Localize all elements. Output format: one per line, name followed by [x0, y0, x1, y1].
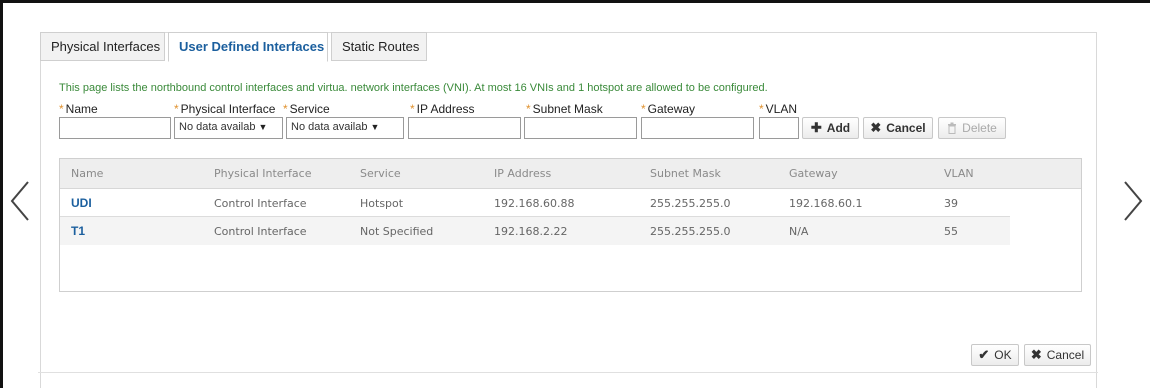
chevron-down-icon: ▼ — [370, 122, 380, 132]
service-value: No data availab — [291, 121, 368, 133]
required-mark: * — [641, 102, 646, 116]
row-name[interactable]: UDI — [71, 196, 92, 210]
ip-address-label: * IP Address — [410, 102, 475, 116]
checkmark-icon: ✔ — [978, 347, 990, 362]
x-icon: ✖ — [1030, 347, 1042, 362]
cancel-button-label: Cancel — [886, 121, 926, 135]
plus-icon: ✚ — [810, 120, 822, 135]
name-label-text: Name — [65, 102, 98, 116]
interfaces-table: Name Physical Interface Service IP Addre… — [59, 158, 1082, 292]
service-select[interactable]: No data availab ▼ — [286, 117, 404, 139]
row-vlan: 55 — [944, 225, 958, 238]
delete-button-label: Delete — [962, 121, 997, 135]
required-mark: * — [174, 102, 179, 116]
physical-interface-select[interactable]: No data availab ▼ — [174, 117, 283, 139]
footer-cancel-button[interactable]: ✖ Cancel — [1024, 344, 1091, 366]
row-service: Not Specified — [360, 225, 434, 238]
cancel-button[interactable]: ✖ Cancel — [863, 117, 933, 139]
row-physical-interface: Control Interface — [214, 225, 307, 238]
row-subnet-mask: 255.255.255.0 — [650, 225, 731, 238]
column-header-ip-address[interactable]: IP Address — [494, 167, 551, 180]
row-subnet-mask: 255.255.255.0 — [650, 197, 731, 210]
physical-interface-label-text: Physical Interface — [180, 102, 276, 116]
table-row[interactable]: UDI Control Interface Hotspot 192.168.60… — [60, 189, 1010, 217]
physical-interface-label: * Physical Interface — [174, 102, 275, 116]
name-label: * Name — [59, 102, 98, 116]
row-ip-address: 192.168.60.88 — [494, 197, 575, 210]
ip-address-input[interactable] — [408, 117, 521, 139]
column-header-subnet-mask[interactable]: Subnet Mask — [650, 167, 721, 180]
delete-button[interactable]: Delete — [938, 117, 1006, 139]
row-ip-address: 192.168.2.22 — [494, 225, 568, 238]
subnet-mask-label-text: Subnet Mask — [532, 102, 603, 116]
add-button[interactable]: ✚ Add — [802, 117, 859, 139]
x-icon: ✖ — [870, 120, 882, 135]
info-text: This page lists the northbound control i… — [59, 82, 768, 94]
row-name[interactable]: T1 — [71, 224, 85, 238]
table-header: Name Physical Interface Service IP Addre… — [60, 159, 1081, 189]
column-header-physical-interface[interactable]: Physical Interface — [214, 167, 312, 180]
chevron-right-icon[interactable] — [1121, 180, 1145, 222]
chevron-down-icon: ▼ — [258, 122, 268, 132]
column-header-vlan[interactable]: VLAN — [944, 167, 974, 180]
required-mark: * — [759, 102, 764, 116]
trash-icon — [948, 122, 957, 134]
tab-user-defined-interfaces[interactable]: User Defined Interfaces — [168, 32, 328, 62]
service-label-text: Service — [289, 102, 330, 116]
footer-cancel-button-label: Cancel — [1046, 348, 1085, 362]
required-mark: * — [410, 102, 415, 116]
tab-physical-interfaces[interactable]: Physical Interfaces — [40, 32, 165, 61]
required-mark: * — [59, 102, 64, 116]
physical-interface-value: No data availab — [179, 121, 256, 133]
column-header-name[interactable]: Name — [71, 167, 103, 180]
vlan-label: * VLAN — [759, 102, 797, 116]
tab-bar: Physical Interfaces User Defined Interfa… — [40, 32, 430, 62]
column-header-service[interactable]: Service — [360, 167, 401, 180]
chevron-left-icon[interactable] — [8, 180, 32, 222]
required-mark: * — [283, 102, 288, 116]
gateway-label-text: Gateway — [647, 102, 696, 116]
gateway-input[interactable] — [641, 117, 754, 139]
tab-static-routes[interactable]: Static Routes — [331, 32, 427, 61]
footer-divider — [38, 372, 1098, 373]
subnet-mask-input[interactable] — [524, 117, 637, 139]
column-header-gateway[interactable]: Gateway — [789, 167, 838, 180]
name-input[interactable] — [59, 117, 171, 139]
ok-button[interactable]: ✔ OK — [971, 344, 1019, 366]
row-service: Hotspot — [360, 197, 404, 210]
row-physical-interface: Control Interface — [214, 197, 307, 210]
required-mark: * — [526, 102, 531, 116]
service-label: * Service — [283, 102, 330, 116]
ip-address-label-text: IP Address — [416, 102, 475, 116]
vlan-label-text: VLAN — [765, 102, 798, 116]
ok-button-label: OK — [994, 348, 1012, 362]
vlan-input[interactable] — [759, 117, 799, 139]
table-row[interactable]: T1 Control Interface Not Specified 192.1… — [60, 217, 1010, 245]
row-gateway: N/A — [789, 225, 809, 238]
gateway-label: * Gateway — [641, 102, 695, 116]
row-gateway: 192.168.60.1 — [789, 197, 863, 210]
subnet-mask-label: * Subnet Mask — [526, 102, 603, 116]
add-button-label: Add — [826, 121, 851, 135]
row-vlan: 39 — [944, 197, 958, 210]
